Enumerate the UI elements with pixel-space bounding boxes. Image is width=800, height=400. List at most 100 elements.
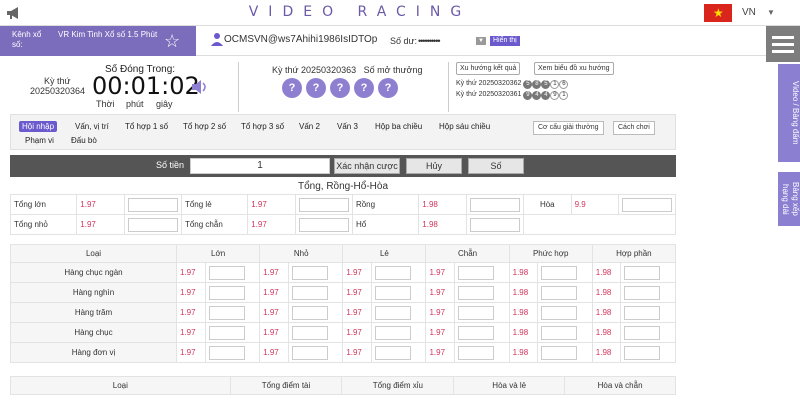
bet-input-cell[interactable] [370,282,427,303]
bet-input-cell[interactable] [287,322,344,343]
bet-input[interactable] [291,325,328,340]
bet-input[interactable] [374,325,411,340]
bet-input-cell[interactable] [204,262,261,283]
tab-van-vi-tri[interactable]: Vấn, vị trí [75,122,109,131]
bet-input-cell[interactable] [537,302,593,323]
bet-input[interactable] [624,345,661,360]
bet-input[interactable] [298,197,349,212]
bet-input-cell[interactable] [370,322,427,343]
bet-input-cell[interactable] [537,262,593,283]
channel-name[interactable]: VR Kim Tinh Xổ số 1.5 Phút [58,30,158,40]
bet-input-cell[interactable] [204,302,261,323]
bet-input-cell[interactable] [287,302,344,323]
bet-input-cell[interactable] [537,322,593,343]
bet-input-cell[interactable] [370,262,427,283]
bet-input[interactable] [298,217,349,232]
bet-input-cell[interactable] [287,262,344,283]
tab-van-2[interactable]: Vấn 2 [299,122,320,131]
tab-to-hop-1[interactable]: Tổ hợp 1 số [125,122,168,131]
bet-input-cell[interactable] [204,282,261,303]
bet-input-cell[interactable] [620,302,676,323]
numbers-button[interactable]: Số [468,158,524,174]
bet-input-cell[interactable] [294,214,353,235]
bet-input-cell[interactable] [618,194,676,215]
bet-input-cell[interactable] [454,282,510,303]
bet-input[interactable] [208,305,245,320]
bet-input-cell[interactable] [454,302,510,323]
bet-input-cell[interactable] [465,214,524,235]
sound-icon[interactable] [191,79,209,95]
bet-input[interactable] [374,285,411,300]
tab-hop-sau-chieu[interactable]: Hộp sáu chiều [439,122,490,131]
bet-input[interactable] [469,217,520,232]
side-tab-video[interactable]: Video / Bảng đấm [778,64,800,162]
confirm-bet-button[interactable]: Xác nhận cược [334,158,400,174]
bet-input[interactable] [208,265,245,280]
bet-input[interactable] [208,325,245,340]
vietnam-flag-icon[interactable]: ★ [704,4,732,22]
bet-input[interactable] [624,285,661,300]
bet-input[interactable] [541,345,578,360]
bet-input[interactable] [458,305,495,320]
tab-dau-bo[interactable]: Đấu bò [71,136,97,145]
bet-input[interactable] [458,285,495,300]
bet-input-cell[interactable] [204,322,261,343]
bet-input-cell[interactable] [537,282,593,303]
bet-input[interactable] [541,285,578,300]
amount-input[interactable]: 1 [190,158,330,174]
hamburger-menu-button[interactable] [766,26,800,62]
bet-input-cell[interactable] [620,282,676,303]
bet-input-cell[interactable] [294,194,353,215]
side-tab-ranking[interactable]: Bảng xếp hạng dài [778,172,800,226]
bet-input-cell[interactable] [287,342,344,363]
bet-input[interactable] [469,197,520,212]
bet-input[interactable] [458,325,495,340]
prize-structure-button[interactable]: Cơ cấu giải thưởng [533,121,604,135]
bet-input[interactable] [541,305,578,320]
bet-input[interactable] [541,325,578,340]
show-balance-button[interactable]: Hiển thị [490,36,520,46]
star-icon[interactable]: ☆ [164,31,180,52]
tab-pham-vi[interactable]: Phạm vi [25,136,54,145]
bet-input[interactable] [624,325,661,340]
bet-input-cell[interactable] [537,342,593,363]
bet-input-cell[interactable] [620,262,676,283]
trend-chart-button[interactable]: Xem biểu đồ xu hướng [534,62,614,75]
bet-input-cell[interactable] [204,342,261,363]
bet-input-cell[interactable] [454,262,510,283]
bet-input[interactable] [291,305,328,320]
bet-input[interactable] [374,345,411,360]
megaphone-icon[interactable] [6,6,22,20]
bet-input[interactable] [291,345,328,360]
tab-to-hop-2[interactable]: Tổ hợp 2 số [183,122,226,131]
bet-input[interactable] [624,305,661,320]
how-to-play-button[interactable]: Cách chơi [613,121,655,135]
bet-input-cell[interactable] [454,322,510,343]
balance-toggle-icon[interactable]: ▼ [476,37,486,45]
bet-input[interactable] [541,265,578,280]
bet-input[interactable] [208,345,245,360]
bet-input-cell[interactable] [454,342,510,363]
bet-input[interactable] [374,305,411,320]
cancel-button[interactable]: Hủy [406,158,462,174]
bet-input[interactable] [127,217,178,232]
bet-input-cell[interactable] [123,194,182,215]
bet-input[interactable] [291,285,328,300]
bet-input[interactable] [208,285,245,300]
bet-input[interactable] [622,197,672,212]
tab-to-hop-3[interactable]: Tổ hợp 3 số [241,122,284,131]
bet-input-cell[interactable] [620,342,676,363]
bet-input[interactable] [458,265,495,280]
bet-input-cell[interactable] [287,282,344,303]
bet-input-cell[interactable] [370,302,427,323]
tab-hop-ba-chieu[interactable]: Hộp ba chiều [375,122,422,131]
tab-van-3[interactable]: Vấn 3 [337,122,358,131]
bet-input-cell[interactable] [465,194,524,215]
language-selector[interactable]: VN [742,7,756,18]
bet-input[interactable] [624,265,661,280]
bet-input-cell[interactable] [123,214,182,235]
bet-input[interactable] [291,265,328,280]
chevron-down-icon[interactable]: ▼ [767,8,775,17]
bet-input-cell[interactable] [620,322,676,343]
bet-input[interactable] [374,265,411,280]
